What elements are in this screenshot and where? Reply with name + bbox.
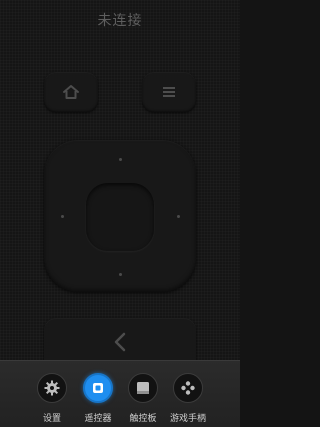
dpad-left-button[interactable] [61, 215, 64, 218]
tab-gamepad-label: 游戏手柄 [169, 414, 206, 424]
remote-icon [93, 383, 103, 393]
menu-icon [163, 87, 175, 97]
tab-remote-label: 遥控器 [84, 414, 112, 424]
tab-settings-label: 设置 [42, 414, 61, 424]
dpad-up-button[interactable] [119, 158, 122, 161]
gear-icon [44, 380, 60, 396]
home-icon [63, 85, 79, 99]
tab-settings-circle [37, 373, 67, 403]
menu-button[interactable] [142, 72, 196, 112]
tab-touchpad-circle [128, 373, 158, 403]
home-button[interactable] [44, 72, 98, 112]
remote-screen: 未连接 设置 遥控器 触控板 游戏手柄 [0, 0, 240, 427]
dpad-ok-button[interactable] [86, 183, 154, 251]
tab-touchpad-label: 触控板 [129, 414, 157, 424]
back-chevron-icon [114, 332, 126, 352]
connection-status-title: 未连接 [97, 13, 143, 29]
tab-gamepad[interactable]: 游戏手柄 [158, 361, 218, 427]
touchpad-icon [137, 382, 149, 394]
gamepad-icon [181, 381, 195, 395]
dpad-right-button[interactable] [177, 215, 180, 218]
back-button[interactable] [44, 318, 196, 364]
tab-remote-circle [83, 373, 113, 403]
tab-gamepad-circle [173, 373, 203, 403]
bottom-nav-bar: 设置 遥控器 触控板 游戏手柄 [0, 360, 240, 427]
dpad-down-button[interactable] [119, 273, 122, 276]
